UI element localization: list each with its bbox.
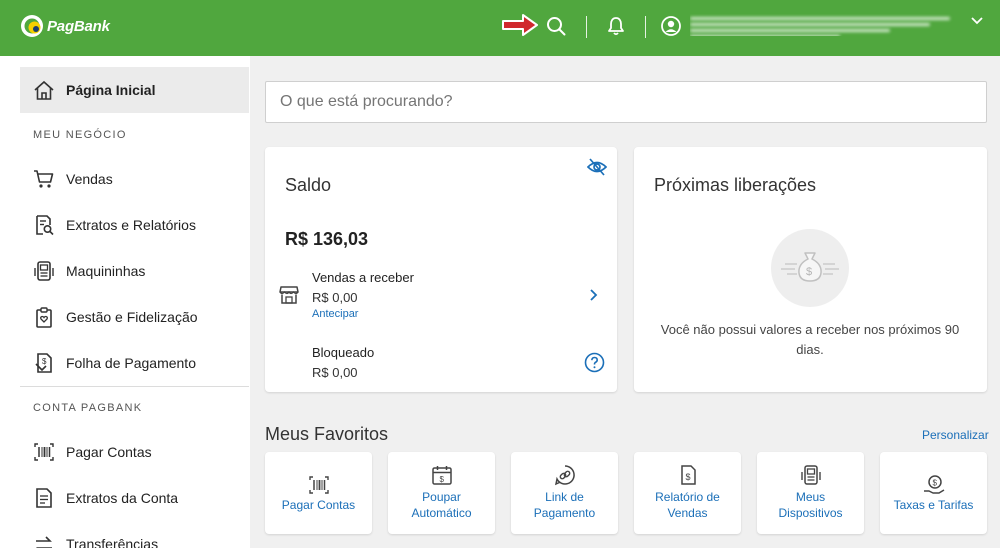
sidebar-item-label: Página Inicial (66, 82, 156, 98)
favorite-payment-link[interactable]: Link de Pagamento (511, 452, 618, 534)
pagbank-logo[interactable]: PagBank (20, 14, 110, 38)
link-icon (554, 465, 575, 486)
sidebar-item-loyalty[interactable]: Gestão e Fidelização (20, 294, 249, 340)
sidebar-item-transfers[interactable]: Transferências (20, 521, 249, 548)
transfer-icon (36, 536, 52, 548)
payroll-icon: $ (35, 353, 52, 373)
favorite-label: Meus (795, 490, 826, 504)
releases-card: Próximas liberações $ Você não possui va… (634, 147, 987, 392)
balance-card: Saldo R$ 136,03 Vendas a receber R$ 0,00… (265, 147, 617, 392)
customize-link[interactable]: Personalizar (922, 428, 989, 442)
home-icon (34, 80, 54, 100)
statement-icon (36, 488, 52, 508)
sidebar-item-sales[interactable]: Vendas (20, 156, 249, 202)
svg-text:$: $ (440, 475, 445, 484)
sidebar-item-pos[interactable]: Maquininhas (20, 248, 249, 294)
device-icon (801, 465, 821, 485)
favorite-my-devices[interactable]: Meus Dispositivos (757, 452, 864, 534)
balance-title: Saldo (285, 175, 332, 195)
sidebar-item-label: Pagar Contas (66, 444, 152, 460)
favorite-label: Dispositivos (778, 506, 843, 520)
svg-text:$: $ (806, 266, 812, 278)
favorite-label: Pagar Contas (281, 498, 356, 512)
balance-amount: R$ 136,03 (285, 229, 369, 249)
favorite-label: Vendas (667, 506, 708, 520)
report-money-icon: $ (681, 465, 696, 485)
user-name-redacted[interactable] (690, 14, 960, 36)
sidebar: Página Inicial MEU NEGÓCIO Vendas Extrat… (0, 56, 250, 548)
receivable-label: Vendas a receber (312, 270, 414, 285)
arrow-annotation (502, 14, 538, 36)
section-label: MEU NEGÓCIO (33, 129, 127, 141)
barcode-icon (309, 476, 329, 494)
logo-text: PagBank (47, 17, 110, 35)
sidebar-item-label: Transferências (66, 536, 159, 548)
sidebar-item-label: Maquininhas (66, 263, 146, 279)
blocked-label: Bloqueado (312, 345, 375, 360)
search-input[interactable] (265, 81, 987, 123)
bell-icon[interactable] (606, 16, 626, 36)
hand-coin-icon: $ (924, 475, 945, 494)
store-icon (279, 286, 299, 304)
barcode-icon (34, 443, 54, 461)
top-header: PagBank (0, 0, 1000, 56)
svg-text:$: $ (42, 357, 47, 366)
help-icon[interactable] (584, 352, 605, 373)
header-divider (645, 16, 646, 38)
empty-state-illustration: $ (771, 229, 849, 307)
anticipate-link[interactable]: Antecipar (312, 308, 358, 320)
cart-icon (34, 170, 54, 188)
receivable-value: R$ 0,00 (312, 290, 358, 305)
sidebar-item-account-statement[interactable]: Extratos da Conta (20, 475, 249, 521)
favorite-pay-bills[interactable]: Pagar Contas (265, 452, 372, 534)
favorite-label: Taxas e Tarifas (893, 498, 974, 512)
favorite-label: Automático (411, 506, 472, 520)
sidebar-item-label: Extratos da Conta (66, 490, 179, 506)
search-icon[interactable] (546, 16, 566, 36)
sidebar-item-label: Extratos e Relatórios (66, 217, 196, 233)
sidebar-item-label: Vendas (66, 171, 113, 187)
svg-text:$: $ (933, 479, 938, 488)
chevron-right-icon[interactable] (589, 288, 599, 302)
sidebar-item-home[interactable]: Página Inicial (20, 67, 249, 113)
calendar-money-icon: $ (432, 466, 452, 485)
sidebar-item-label: Gestão e Fidelização (66, 309, 198, 325)
user-icon[interactable] (661, 16, 681, 36)
sidebar-item-reports[interactable]: Extratos e Relatórios (20, 202, 249, 248)
empty-message-line: dias. (796, 342, 824, 357)
eye-off-icon[interactable] (587, 158, 607, 176)
favorite-auto-save[interactable]: $ Poupar Automático (388, 452, 495, 534)
releases-empty-message: Você não possui valores a receber nos pr… (654, 320, 966, 360)
blocked-value: R$ 0,00 (312, 365, 358, 380)
empty-message-line: Você não possui valores a receber nos pr… (660, 322, 960, 337)
releases-title: Próximas liberações (654, 175, 817, 195)
sidebar-divider (20, 386, 249, 387)
favorite-fees[interactable]: $ Taxas e Tarifas (880, 452, 987, 534)
favorite-sales-report[interactable]: $ Relatório de Vendas (634, 452, 741, 534)
favorites-title: Meus Favoritos (265, 424, 389, 444)
favorite-label: Poupar (422, 490, 461, 504)
pagbank-logo-icon (21, 15, 43, 37)
favorite-label: Relatório de (655, 490, 720, 504)
favorite-label: Link de (545, 490, 584, 504)
favorite-label: Pagamento (533, 506, 596, 520)
section-label: CONTA PAGBANK (33, 402, 143, 414)
sidebar-item-label: Folha de Pagamento (66, 355, 196, 371)
header-divider (586, 16, 587, 38)
money-bag-icon: $ (781, 252, 839, 282)
report-icon (36, 215, 54, 236)
sidebar-item-payroll[interactable]: $ Folha de Pagamento (20, 340, 249, 386)
chevron-down-icon[interactable] (970, 14, 984, 28)
pos-icon (34, 261, 54, 281)
loyalty-icon (36, 307, 52, 328)
sidebar-item-pay-bills[interactable]: Pagar Contas (20, 429, 249, 475)
svg-text:$: $ (686, 472, 691, 482)
